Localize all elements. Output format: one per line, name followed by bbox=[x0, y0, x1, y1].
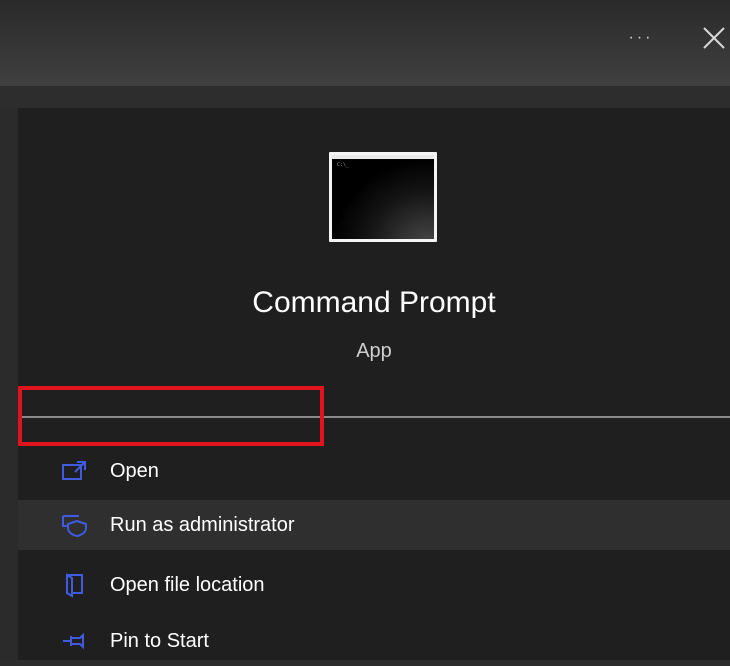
menu-item-pin-to-start[interactable]: Pin to Start bbox=[18, 616, 730, 666]
header-gap bbox=[0, 86, 730, 108]
menu-item-run-as-administrator[interactable]: Run as administrator bbox=[18, 500, 730, 550]
app-type-label: App bbox=[356, 340, 392, 362]
app-title: Command Prompt bbox=[252, 286, 496, 319]
close-button[interactable] bbox=[694, 18, 730, 58]
menu-item-label: Open file location bbox=[110, 573, 265, 596]
command-prompt-icon: C:\_ bbox=[329, 152, 437, 242]
pin-icon bbox=[60, 628, 90, 654]
menu-item-label: Open bbox=[110, 459, 159, 482]
menu-item-open[interactable]: Open bbox=[18, 446, 730, 496]
console-screen: C:\_ bbox=[332, 155, 434, 239]
more-options-button[interactable]: ··· bbox=[618, 20, 664, 56]
open-icon bbox=[60, 458, 90, 484]
menu-item-open-file-location[interactable]: Open file location bbox=[18, 560, 730, 610]
menu-item-label: Pin to Start bbox=[110, 629, 209, 652]
menu-item-label: Run as administrator bbox=[110, 513, 295, 536]
open-file-location-icon bbox=[60, 572, 90, 598]
close-icon bbox=[703, 27, 725, 49]
run-as-admin-icon bbox=[60, 512, 90, 538]
app-details-panel: C:\_ Command Prompt App Open Run as admi… bbox=[18, 108, 730, 660]
console-prompt-text: C:\_ bbox=[337, 162, 350, 168]
annotation-highlight-box bbox=[18, 386, 324, 446]
title-bar: ··· bbox=[0, 0, 730, 86]
left-edge bbox=[0, 108, 18, 660]
